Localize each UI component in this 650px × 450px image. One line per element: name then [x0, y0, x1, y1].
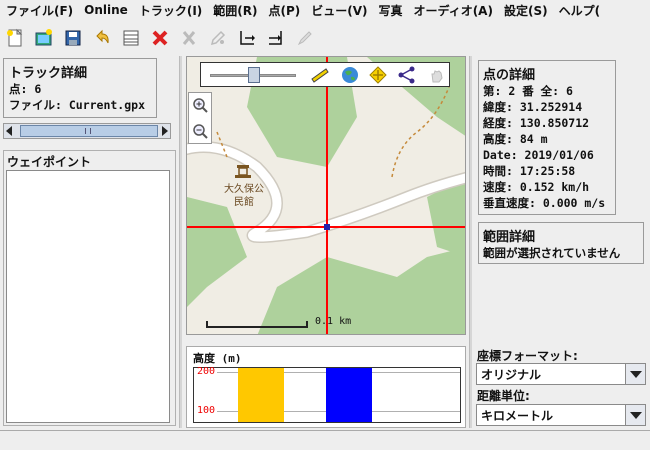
- axis-arrow-icon[interactable]: [264, 26, 288, 50]
- altitude-tick-bottom: 100: [197, 405, 216, 416]
- track-details-panel: トラック詳細 点: 6 ファイル: Current.gpx: [3, 58, 157, 118]
- menu-bar: ファイル(F) Online トラック(I) 範囲(R) 点(P) ビュー(V)…: [0, 0, 650, 20]
- cut-icon: [177, 26, 201, 50]
- point-latitude: 緯度: 31.252914: [483, 100, 583, 114]
- track-scrollbar[interactable]: [3, 123, 171, 139]
- zoom-in-icon[interactable]: [192, 97, 208, 116]
- menu-range[interactable]: 範囲(R): [213, 2, 257, 19]
- scale-label: 0.1 km: [315, 316, 352, 327]
- hand-icon: [428, 66, 446, 87]
- connect-icon[interactable]: [398, 66, 416, 87]
- range-message: 範囲が選択されていません: [483, 246, 621, 260]
- new-icon[interactable]: [3, 26, 27, 50]
- waypoint-title: ウェイポイント: [7, 155, 92, 169]
- menu-file[interactable]: ファイル(F): [6, 2, 73, 19]
- point-longitude: 経度: 130.850712: [483, 116, 590, 130]
- distance-unit-value: キロメートル: [481, 408, 554, 423]
- menu-audio[interactable]: オーディオ(A): [414, 2, 493, 19]
- distance-unit-label: 距離単位:: [477, 389, 530, 403]
- altitude-panel[interactable]: 高度 (m) 200 100: [186, 346, 466, 428]
- open-photo-icon[interactable]: [32, 26, 56, 50]
- altitude-tick-top: 200: [197, 366, 216, 377]
- point-details-title: 点の詳細: [483, 68, 536, 83]
- track-details-title: トラック詳細: [9, 66, 88, 81]
- menu-help[interactable]: ヘルプ(: [559, 2, 601, 19]
- point-details-panel: 点の詳細 第: 2 番 全: 6 緯度: 31.252914 経度: 130.8…: [478, 60, 616, 215]
- point-time: 時間: 17:25:58: [483, 164, 576, 178]
- save-icon[interactable]: [61, 26, 85, 50]
- coord-format-select[interactable]: オリジナル: [476, 363, 646, 385]
- coord-format-value: オリジナル: [481, 367, 542, 382]
- menu-view[interactable]: ビュー(V): [311, 2, 367, 19]
- map-view[interactable]: 大久保公 民館 0.1 km: [186, 56, 466, 335]
- altitude-title: 高度 (m): [193, 352, 242, 365]
- menu-online[interactable]: Online: [84, 3, 128, 17]
- scroll-left-arrow-icon[interactable]: [6, 126, 12, 136]
- point-index: 第: 2 番 全: 6: [483, 84, 573, 98]
- menu-track[interactable]: トラック(I): [139, 2, 202, 19]
- table-icon[interactable]: [119, 26, 143, 50]
- menu-point[interactable]: 点(P): [268, 2, 300, 19]
- slider-thumb[interactable]: [248, 67, 260, 83]
- status-bar: [0, 430, 650, 450]
- point-speed: 速度: 0.152 km/h: [483, 180, 590, 194]
- left-separator[interactable]: [179, 56, 182, 428]
- coord-format-label: 座標フォーマット:: [477, 349, 578, 363]
- altitude-bar-1[interactable]: [238, 368, 284, 422]
- point-altitude: 高度: 84 m: [483, 132, 548, 146]
- zoom-controls: [188, 92, 212, 144]
- edit-icon: [206, 26, 230, 50]
- distance-unit-select[interactable]: キロメートル: [476, 404, 646, 426]
- waypoint-list[interactable]: [6, 170, 170, 423]
- track-file-name: ファイル: Current.gpx: [9, 98, 146, 112]
- poi-name: 大久保公 民館: [224, 184, 264, 208]
- range-details-panel: 範囲詳細 範囲が選択されていません: [478, 222, 644, 264]
- zoom-out-icon[interactable]: [192, 123, 208, 142]
- track-point-count: 点: 6: [9, 82, 42, 96]
- scroll-right-arrow-icon[interactable]: [162, 126, 168, 136]
- altitude-bar-2[interactable]: [326, 368, 372, 422]
- point-date: Date: 2019/01/06: [483, 148, 594, 162]
- ruler-icon[interactable]: [311, 67, 329, 86]
- menu-photo[interactable]: 写真: [379, 2, 403, 19]
- globe-icon[interactable]: [341, 66, 359, 87]
- right-separator[interactable]: [469, 56, 472, 428]
- map-toolbar: [200, 62, 450, 87]
- menu-settings[interactable]: 設定(S): [504, 2, 548, 19]
- undo-icon[interactable]: [90, 26, 114, 50]
- range-details-title: 範囲詳細: [483, 230, 536, 245]
- axis-icon[interactable]: [235, 26, 259, 50]
- chevron-down-icon[interactable]: [625, 405, 645, 425]
- pen-icon: [293, 26, 317, 50]
- chevron-down-icon[interactable]: [625, 364, 645, 384]
- toolbar: [0, 22, 650, 54]
- delete-icon[interactable]: [148, 26, 172, 50]
- scroll-thumb[interactable]: [20, 125, 158, 137]
- point-vertical-speed: 垂直速度: 0.000 m/s: [483, 196, 606, 210]
- move-icon[interactable]: [369, 66, 387, 87]
